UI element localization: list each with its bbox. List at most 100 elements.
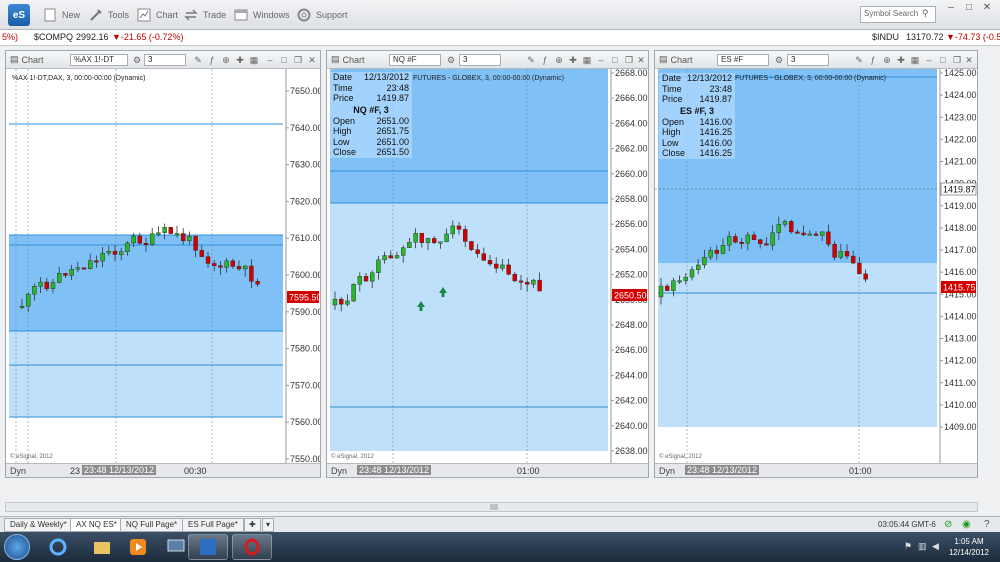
system-clock[interactable]: 1:05 AM 12/14/2012 (944, 536, 994, 558)
folder-icon[interactable] (82, 534, 122, 560)
maximize-pane-icon[interactable]: □ (609, 54, 621, 66)
close-pane-icon[interactable]: ✕ (963, 54, 975, 66)
chart-window-icon: ▤ (10, 54, 19, 64)
close-pane-icon[interactable]: ✕ (306, 54, 318, 66)
support-button[interactable]: Support (296, 6, 348, 24)
crosshair-icon[interactable]: ✚ (234, 54, 246, 66)
windows-taskbar: ⚑ ▥ ◀ 1:05 AM 12/14/2012 (0, 532, 1000, 562)
opera-icon[interactable] (232, 534, 272, 560)
tab-nq-full-page[interactable]: NQ Full Page* (120, 518, 184, 532)
minimize-pane-icon[interactable]: – (923, 54, 935, 66)
media-player-icon[interactable] (118, 534, 158, 560)
grid-icon[interactable]: ▦ (581, 54, 593, 66)
study-icon[interactable]: ƒ (867, 54, 879, 66)
interval-select[interactable]: 3 (144, 54, 186, 66)
new-button[interactable]: New (42, 6, 80, 24)
internet-explorer-icon[interactable] (38, 534, 78, 560)
y-tick-label: 2656.00 (615, 219, 648, 229)
dyn-toggle[interactable]: Dyn (331, 466, 347, 476)
scrollbar-thumb[interactable] (490, 504, 498, 510)
restore-pane-icon[interactable]: ❐ (623, 54, 635, 66)
crosshair-icon[interactable]: ✚ (895, 54, 907, 66)
dyn-toggle[interactable]: Dyn (659, 466, 675, 476)
tab-ax-nq-es[interactable]: AX NQ ES* (70, 518, 123, 532)
windows-button[interactable]: Windows (233, 6, 290, 24)
crosshair-icon[interactable]: ✚ (567, 54, 579, 66)
y-tick-label: 1422.00 (944, 134, 977, 144)
symbol-input[interactable]: %AX 1!-DT (70, 54, 128, 66)
ticker-compq-symbol[interactable]: $COMPQ (34, 32, 73, 42)
dw-label: Close (662, 148, 686, 158)
dw-value: 1419.87 (699, 94, 732, 104)
trade-button[interactable]: Trade (183, 6, 226, 24)
price-chart-dax[interactable]: 7650.00 7640.00 7630.00 7620.00 7610.00 7600.… (6, 69, 320, 465)
tab-daily-weekly[interactable]: Daily & Weekly* (4, 518, 73, 532)
dw-label: High (662, 127, 681, 137)
study-icon[interactable]: ƒ (539, 54, 551, 66)
dw-label: Price (662, 94, 683, 104)
tray-network-icon[interactable]: ▥ (918, 541, 927, 552)
interval-select[interactable]: 3 (787, 54, 829, 66)
draw-tool-icon[interactable]: ✎ (525, 54, 537, 66)
link-icon[interactable]: ⚙ (445, 54, 457, 66)
maximize-pane-icon[interactable]: □ (937, 54, 949, 66)
interval-select[interactable]: 3 (459, 54, 501, 66)
restore-pane-icon[interactable]: ❐ (292, 54, 304, 66)
candle-body (481, 253, 487, 261)
maximize-pane-icon[interactable]: □ (278, 54, 290, 66)
grid-icon[interactable]: ▦ (909, 54, 921, 66)
candle-body (69, 268, 74, 276)
zoom-icon[interactable]: ⊕ (881, 54, 893, 66)
close-pane-icon[interactable]: ✕ (635, 54, 647, 66)
candle-body (100, 252, 105, 262)
dw-label: Open (333, 115, 356, 126)
main-toolbar: eS New Tools Chart Trade Windows Support… (0, 0, 1000, 30)
candle-body (224, 260, 229, 268)
candle-body (131, 235, 136, 244)
y-tick-label: 7610.00 (290, 233, 320, 243)
dyn-toggle[interactable]: Dyn (10, 466, 26, 476)
minimize-pane-icon[interactable]: – (264, 54, 276, 66)
minimize-icon[interactable]: – (944, 2, 958, 14)
minimize-pane-icon[interactable]: – (595, 54, 607, 66)
tools-button[interactable]: Tools (88, 6, 129, 24)
study-icon[interactable]: ƒ (206, 54, 218, 66)
chart-button[interactable]: Chart (136, 6, 178, 24)
chart-subtitle: %AX 1!-DT,DAX, 3, 00:00-00:00 (Dynamic) (12, 75, 146, 82)
tray-volume-icon[interactable]: ◀ (932, 541, 939, 552)
y-tick-label: 1421.00 (944, 157, 977, 167)
price-band (9, 331, 283, 417)
app-logo[interactable]: eS (8, 4, 30, 26)
last-price-label: 2650.50 (614, 291, 647, 301)
time-axis: Dyn 23 23:48 12/13/2012 00:30 (6, 463, 320, 477)
tab-es-full-page[interactable]: ES Full Page* (182, 518, 244, 532)
data-window: Date 12/13/2012 Time 23:48 Price 1419.87 NQ… (330, 72, 412, 158)
start-button[interactable] (4, 534, 30, 560)
restore-pane-icon[interactable]: ❐ (951, 54, 963, 66)
zoom-icon[interactable]: ⊕ (220, 54, 232, 66)
candle-body (438, 241, 443, 244)
grid-icon[interactable]: ▦ (248, 54, 260, 66)
close-icon[interactable]: ✕ (980, 2, 994, 14)
symbol-input[interactable]: NQ #F (389, 54, 441, 66)
esignal-taskbar-icon[interactable] (188, 534, 228, 560)
draw-tool-icon[interactable]: ✎ (853, 54, 865, 66)
horizontal-scrollbar[interactable] (5, 502, 978, 512)
add-tab-icon[interactable]: ✚ (244, 518, 261, 532)
copyright-label: © eSignal, 2012 (659, 454, 702, 460)
help-icon[interactable]: ? (984, 519, 990, 530)
y-tick-label: 1425.00 (944, 69, 977, 78)
y-tick-label: 7570.00 (290, 380, 320, 390)
symbol-input[interactable]: ES #F (717, 54, 769, 66)
search-icon[interactable]: ⚲ (922, 8, 929, 19)
dw-value: 2651.50 (376, 147, 409, 157)
link-icon[interactable]: ⚙ (773, 54, 785, 66)
ticker-indu-symbol[interactable]: $INDU (872, 32, 899, 42)
draw-tool-icon[interactable]: ✎ (192, 54, 204, 66)
link-icon[interactable]: ⚙ (131, 54, 143, 66)
maximize-icon[interactable]: □ (962, 2, 976, 14)
tray-flag-icon[interactable]: ⚑ (904, 541, 912, 552)
y-tick-label: 2654.00 (615, 244, 648, 254)
tab-menu-icon[interactable]: ▾ (262, 518, 275, 532)
zoom-icon[interactable]: ⊕ (553, 54, 565, 66)
